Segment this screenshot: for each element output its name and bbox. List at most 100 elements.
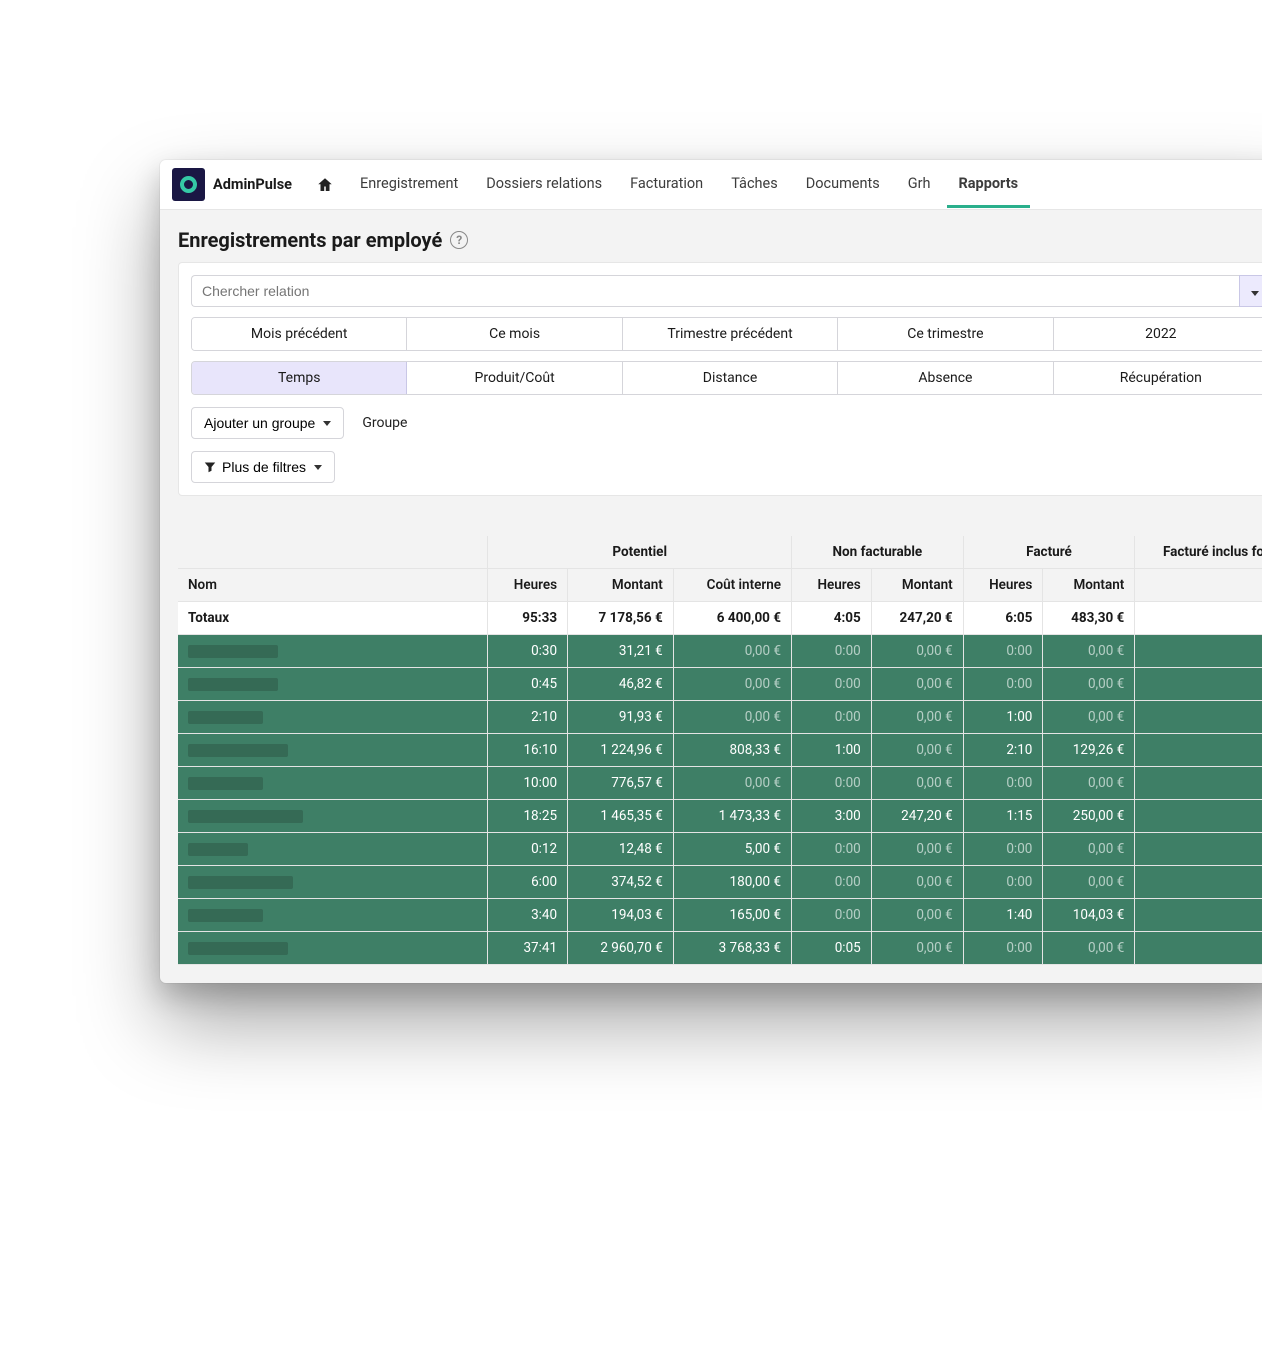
cell: 0:00 bbox=[963, 932, 1043, 965]
cell: 0:00 bbox=[1135, 767, 1262, 800]
logo-text: AdminPulse bbox=[213, 176, 292, 193]
cell: 1:15 bbox=[963, 800, 1043, 833]
cell: 0:00 bbox=[1135, 833, 1262, 866]
nav-home[interactable] bbox=[306, 176, 344, 194]
cell: 6:00 bbox=[488, 866, 568, 899]
col-montant: Montant bbox=[1043, 569, 1135, 602]
employee-name bbox=[178, 932, 488, 965]
table-row[interactable]: 16:101 224,96 €808,33 €1:000,00 €2:10129… bbox=[178, 734, 1262, 767]
table-row[interactable]: 18:251 465,35 €1 473,33 €3:00247,20 €1:1… bbox=[178, 800, 1262, 833]
nav-item-documents[interactable]: Documents bbox=[794, 161, 892, 208]
type-tab-distance[interactable]: Distance bbox=[623, 362, 838, 394]
filter-icon bbox=[204, 461, 216, 473]
nav-item-tâches[interactable]: Tâches bbox=[719, 161, 790, 208]
period-tab-ce-trimestre[interactable]: Ce trimestre bbox=[838, 318, 1053, 350]
table-row[interactable]: 0:3031,21 €0,00 €0:000,00 €0:000,00 €0:0… bbox=[178, 635, 1262, 668]
nav-item-dossiers-relations[interactable]: Dossiers relations bbox=[474, 161, 614, 208]
table-row[interactable]: 37:412 960,70 €3 768,33 €0:050,00 €0:000… bbox=[178, 932, 1262, 965]
cell: 104,03 € bbox=[1043, 899, 1135, 932]
cell: 0,00 € bbox=[673, 701, 791, 734]
period-tab-trimestre-pr-c-dent[interactable]: Trimestre précédent bbox=[623, 318, 838, 350]
search-input[interactable] bbox=[191, 275, 1239, 307]
nav-item-facturation[interactable]: Facturation bbox=[618, 161, 715, 208]
period-tab-mois-pr-c-dent[interactable]: Mois précédent bbox=[192, 318, 407, 350]
col-heures: Heures bbox=[792, 569, 872, 602]
cell: 0:00 bbox=[1135, 635, 1262, 668]
cell: 250,00 € bbox=[1043, 800, 1135, 833]
cell: 3 768,33 € bbox=[673, 932, 791, 965]
search-dropdown-button[interactable] bbox=[1239, 275, 1262, 307]
col-montant: Montant bbox=[568, 569, 674, 602]
table-row[interactable]: 0:4546,82 €0,00 €0:000,00 €0:000,00 €0:0… bbox=[178, 668, 1262, 701]
cell: 91,93 € bbox=[568, 701, 674, 734]
home-icon bbox=[316, 176, 334, 194]
cell: 0,00 € bbox=[871, 701, 963, 734]
table-row[interactable]: 2:1091,93 €0,00 €0:000,00 €1:000,00 €1:1… bbox=[178, 701, 1262, 734]
employee-name bbox=[178, 635, 488, 668]
type-tab-temps[interactable]: Temps bbox=[192, 362, 407, 394]
col-heures: Heures bbox=[488, 569, 568, 602]
col-montant: Montant bbox=[871, 569, 963, 602]
table-row[interactable]: 3:40194,03 €165,00 €0:000,00 €1:40104,03… bbox=[178, 899, 1262, 932]
cell: 5,00 € bbox=[673, 833, 791, 866]
cell: 2:10 bbox=[963, 734, 1043, 767]
cell: 0,00 € bbox=[1043, 668, 1135, 701]
cell: 0,00 € bbox=[673, 668, 791, 701]
help-icon[interactable]: ? bbox=[450, 231, 468, 249]
cell: 0,00 € bbox=[1043, 701, 1135, 734]
cell: 1 224,96 € bbox=[568, 734, 674, 767]
cell: 12,48 € bbox=[568, 833, 674, 866]
cell: 180,00 € bbox=[673, 866, 791, 899]
cell: 2:10 bbox=[488, 701, 568, 734]
more-filters-button[interactable]: Plus de filtres bbox=[191, 451, 335, 483]
cell: 0:00 bbox=[792, 767, 872, 800]
cell: 0:00 bbox=[792, 701, 872, 734]
nav-item-grh[interactable]: Grh bbox=[896, 161, 943, 208]
nav-item-rapports[interactable]: Rapports bbox=[947, 161, 1031, 208]
cell: 16:10 bbox=[488, 734, 568, 767]
report-table: PotentielNon facturableFacturéFacturé in… bbox=[178, 536, 1262, 965]
nav-item-enregistrement[interactable]: Enregistrement bbox=[348, 161, 470, 208]
cell: 0:00 bbox=[792, 833, 872, 866]
totals-cell: 95:33 bbox=[488, 602, 568, 635]
period-tab-2022[interactable]: 2022 bbox=[1054, 318, 1262, 350]
logo[interactable]: AdminPulse bbox=[172, 168, 302, 201]
cell: 0:00 bbox=[963, 635, 1043, 668]
period-tab-ce-mois[interactable]: Ce mois bbox=[407, 318, 622, 350]
cell: 0,00 € bbox=[871, 734, 963, 767]
col-heures: Heures bbox=[1135, 569, 1262, 602]
cell: 0:00 bbox=[963, 668, 1043, 701]
cell: 0:00 bbox=[963, 833, 1043, 866]
cell: 0,00 € bbox=[1043, 932, 1135, 965]
col-heures: Heures bbox=[963, 569, 1043, 602]
cell: 374,52 € bbox=[568, 866, 674, 899]
col-group: Non facturable bbox=[792, 536, 964, 569]
cell: 776,57 € bbox=[568, 767, 674, 800]
table-row[interactable]: 0:1212,48 €5,00 €0:000,00 €0:000,00 €0:0… bbox=[178, 833, 1262, 866]
totals-cell: 10:55 bbox=[1135, 602, 1262, 635]
totals-cell: 4:05 bbox=[792, 602, 872, 635]
cell: 3:00 bbox=[792, 800, 872, 833]
add-group-button[interactable]: Ajouter un groupe bbox=[191, 407, 344, 439]
cell: 0:45 bbox=[1135, 932, 1262, 965]
cell: 5:00 bbox=[1135, 734, 1262, 767]
cell: 0,00 € bbox=[871, 767, 963, 800]
type-tab-absence[interactable]: Absence bbox=[838, 362, 1053, 394]
cell: 0:00 bbox=[1135, 668, 1262, 701]
cell: 2:00 bbox=[1135, 866, 1262, 899]
cell: 0:00 bbox=[792, 866, 872, 899]
type-tab-produit-co-t[interactable]: Produit/Coût bbox=[407, 362, 622, 394]
cell: 0:00 bbox=[963, 767, 1043, 800]
employee-name bbox=[178, 800, 488, 833]
type-tab-r-cup-ration[interactable]: Récupération bbox=[1054, 362, 1262, 394]
cell: 0,00 € bbox=[1043, 635, 1135, 668]
cell: 0,00 € bbox=[871, 932, 963, 965]
cell: 129,26 € bbox=[1043, 734, 1135, 767]
table-row[interactable]: 6:00374,52 €180,00 €0:000,00 €0:000,00 €… bbox=[178, 866, 1262, 899]
totals-cell: 247,20 € bbox=[871, 602, 963, 635]
cell: 1 465,35 € bbox=[568, 800, 674, 833]
totals-cell: 483,30 € bbox=[1043, 602, 1135, 635]
table-row[interactable]: 10:00776,57 €0,00 €0:000,00 €0:000,00 €0… bbox=[178, 767, 1262, 800]
cell: 0:30 bbox=[488, 635, 568, 668]
cell: 0:00 bbox=[963, 866, 1043, 899]
